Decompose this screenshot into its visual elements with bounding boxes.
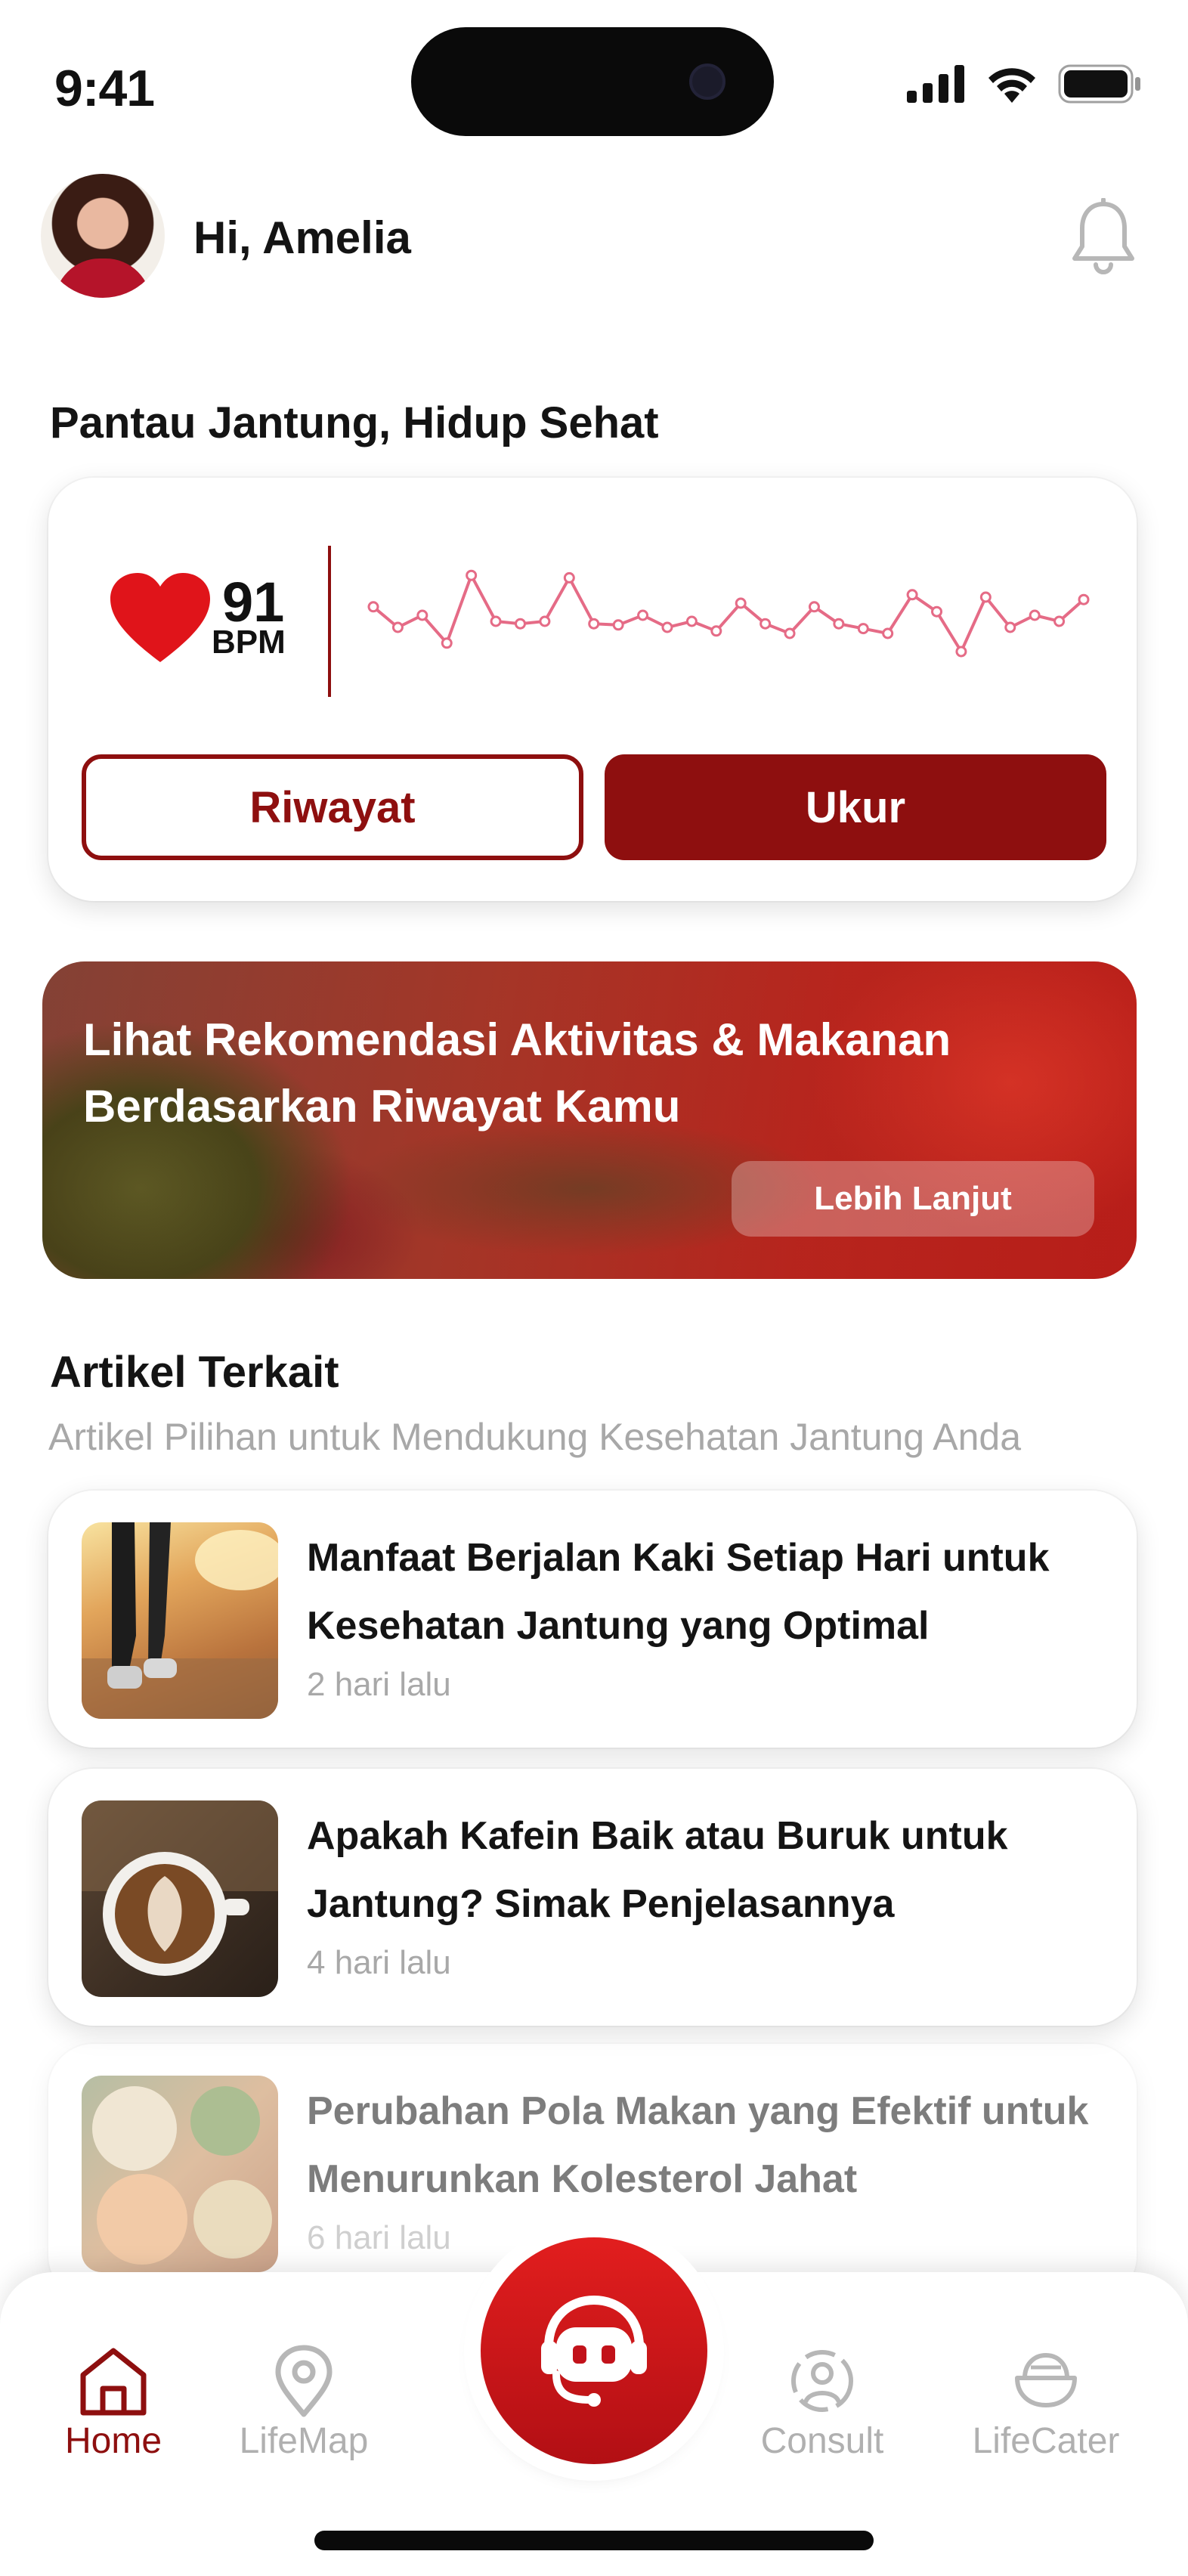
trend-point xyxy=(979,591,992,603)
trend-point xyxy=(906,589,918,601)
trend-point xyxy=(490,615,502,627)
measure-button[interactable]: Ukur xyxy=(605,754,1106,860)
cellular-signal-icon xyxy=(907,65,964,103)
nav-lifecater-label: LifeCater xyxy=(972,2421,1120,2461)
articles-subtitle: Artikel Pilihan untuk Mendukung Kesehata… xyxy=(48,1416,1022,1458)
trend-point xyxy=(391,621,404,633)
nav-lifemap[interactable]: LifeMap xyxy=(213,2345,394,2462)
trend-point xyxy=(710,625,722,637)
trend-point xyxy=(1029,609,1041,621)
article-title: Perubahan Pola Makan yang Efektif untuk … xyxy=(307,2089,1089,2201)
avatar[interactable] xyxy=(41,174,165,298)
heart-rate-card: 91 BPM Riwayat Ukur xyxy=(48,478,1137,901)
walking-thumbnail-image xyxy=(82,1522,278,1719)
greeting: Hi, Amelia xyxy=(193,212,411,263)
articles-section-title: Artikel Terkait xyxy=(50,1348,339,1397)
trend-point xyxy=(539,615,551,627)
home-indicator xyxy=(314,2531,874,2550)
article-time: 2 hari lalu xyxy=(307,1666,451,1703)
status-icons xyxy=(907,63,1143,104)
nav-home-label: Home xyxy=(64,2421,162,2461)
notification-bell-icon[interactable] xyxy=(1067,198,1140,277)
trend-point xyxy=(588,618,600,630)
trend-point xyxy=(760,618,772,630)
location-pin-icon xyxy=(275,2345,333,2417)
trend-point xyxy=(612,619,624,631)
trend-point xyxy=(416,609,428,621)
trend-point xyxy=(833,618,845,630)
article-title: Apakah Kafein Baik atau Buruk untuk Jant… xyxy=(307,1814,1008,1926)
trend-point xyxy=(1078,593,1090,605)
heart-rate-trend-chart xyxy=(367,569,1090,658)
trend-point xyxy=(563,571,575,584)
wifi-icon xyxy=(988,68,1035,103)
trend-point xyxy=(808,601,820,613)
robot-headset-icon xyxy=(541,2295,647,2407)
trend-point xyxy=(685,615,698,627)
trend-point xyxy=(857,623,869,635)
dynamic-island xyxy=(411,27,774,136)
camera-icon xyxy=(689,63,725,100)
chatbot-button[interactable] xyxy=(481,2237,707,2464)
bpm-unit: BPM xyxy=(212,624,286,661)
trend-point xyxy=(661,621,673,633)
article-time: 4 hari lalu xyxy=(307,1944,451,1981)
trend-point xyxy=(367,601,379,613)
home-icon xyxy=(80,2348,147,2416)
heart-section-title: Pantau Jantung, Hidup Sehat xyxy=(50,398,659,447)
history-button[interactable]: Riwayat xyxy=(82,754,583,860)
trend-point xyxy=(1053,615,1066,627)
nav-consult[interactable]: Consult xyxy=(732,2345,913,2462)
consult-icon xyxy=(791,2350,853,2412)
nav-lifecater[interactable]: LifeCater xyxy=(955,2345,1137,2462)
status-time: 9:41 xyxy=(54,60,155,117)
trend-point xyxy=(784,627,796,639)
article-title: Manfaat Berjalan Kaki Setiap Hari untuk … xyxy=(307,1536,1050,1648)
trend-point xyxy=(466,569,478,581)
heart-icon xyxy=(110,573,210,662)
trend-point xyxy=(931,605,943,618)
battery-icon xyxy=(1058,64,1140,104)
learn-more-button[interactable]: Lebih Lanjut xyxy=(732,1161,1094,1237)
nav-consult-label: Consult xyxy=(760,2421,884,2461)
article-time: 6 hari lalu xyxy=(307,2219,451,2256)
divider xyxy=(328,546,331,697)
coffee-thumbnail-image xyxy=(82,1800,278,1997)
nav-home[interactable]: Home xyxy=(23,2345,204,2462)
nav-lifemap-label: LifeMap xyxy=(239,2421,369,2461)
food-thumbnail-image xyxy=(82,2076,278,2272)
food-bowl-icon xyxy=(1015,2352,1077,2407)
trend-point xyxy=(955,646,967,658)
article-card[interactable]: Apakah Kafein Baik atau Buruk untuk Jant… xyxy=(48,1769,1137,2026)
trend-point xyxy=(514,618,526,630)
recommendation-banner[interactable]: Lihat Rekomendasi Aktivitas & Makanan Be… xyxy=(42,961,1137,1279)
trend-point xyxy=(735,597,747,609)
trend-line xyxy=(372,571,1085,655)
trend-point xyxy=(1004,621,1016,633)
bpm-value: 91 xyxy=(222,571,285,633)
status-bar: 9:41 xyxy=(0,0,1188,174)
trend-point xyxy=(882,627,894,639)
article-card[interactable]: Manfaat Berjalan Kaki Setiap Hari untuk … xyxy=(48,1491,1137,1748)
trend-point xyxy=(637,609,649,621)
trend-point xyxy=(441,637,453,649)
banner-title: Lihat Rekomendasi Aktivitas & Makanan Be… xyxy=(83,1014,951,1132)
